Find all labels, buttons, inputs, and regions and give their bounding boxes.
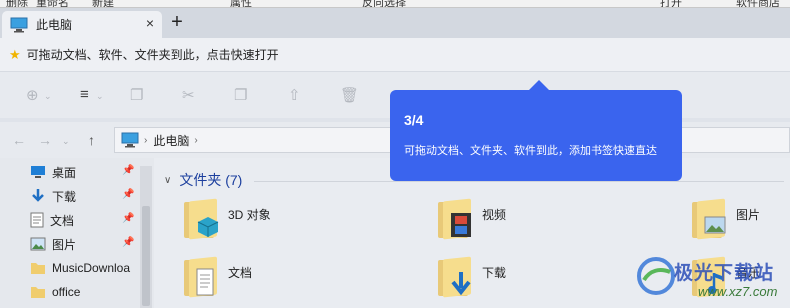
sidebar-item-label: 文档 [50,213,75,228]
folder-label: 下载 [482,266,507,280]
pin-icon[interactable]: 📌 [122,237,134,248]
up-arrow-icon[interactable]: ↑ [88,132,95,148]
paste-icon[interactable]: ❐ [234,86,247,104]
new-item-icon[interactable]: ⊕ [26,86,39,104]
picture-icon [30,237,46,251]
sidebar-item-musicdownload[interactable]: MusicDownloa [30,258,145,278]
star-icon: ★ [9,46,21,62]
scrollbar-thumb[interactable] [142,206,150,306]
3d-objects-icon [184,198,220,240]
sidebar-scrollbar[interactable] [140,166,152,308]
watermark-url: www.xz7.com [698,284,778,299]
ribbon-store[interactable]: 软件商店 [736,0,780,7]
section-header-folders[interactable]: ∨ 文件夹 (7) [164,170,242,190]
new-tab-button[interactable]: + [166,12,188,34]
ribbon-rename[interactable]: 重命名 [36,0,69,7]
sidebar-item-label: MusicDownloa [52,261,131,275]
downloads-folder-icon [438,256,474,298]
close-tab-icon[interactable]: × [146,15,154,31]
documents-folder-icon [184,256,220,298]
section-divider [254,181,784,182]
ribbon-strip: 删除 重命名 新建 属性 反向选择 打开 软件商店 [0,0,790,8]
folder-label: 视频 [482,208,507,222]
bookmark-hint: 可拖动文档、软件、文件夹到此，点击快速打开 [26,48,279,62]
video-folder-icon [438,198,474,240]
sidebar-item-label: office [52,285,81,299]
section-title: 文件夹 (7) [179,172,243,188]
breadcrumb-separator-icon[interactable]: › [144,135,147,146]
sidebar-item-office[interactable]: office [30,282,145,302]
watermark-title: 极光下载站 [674,263,775,284]
ribbon-delete[interactable]: 删除 [6,0,28,7]
sidebar-item-desktop[interactable]: 桌面 📌 [30,162,145,182]
document-icon [30,212,44,228]
folder-icon [31,263,45,274]
sidebar-item-label: 下载 [52,189,77,204]
tab-label: 此电脑 [36,18,73,32]
folder-downloads[interactable]: 下载 [438,256,507,298]
back-arrow-icon[interactable]: ← [12,132,26,148]
sidebar-item-label: 桌面 [52,165,77,180]
folder-label: 文档 [228,266,253,280]
ribbon-properties[interactable]: 属性 [230,0,252,7]
download-icon [32,189,44,202]
ribbon-new[interactable]: 新建 [92,0,114,7]
folder-documents[interactable]: 文档 [184,256,253,298]
share-icon[interactable]: ⇧ [288,86,301,104]
folder-videos[interactable]: 视频 [438,198,507,240]
guide-tooltip[interactable]: 3/4 可拖动文档、文件夹、软件到此，添加书签快速直达 [390,80,682,181]
bookmark-bar[interactable]: ★ 可拖动文档、软件、文件夹到此，点击快速打开 [0,38,790,72]
collapse-chevron-icon[interactable]: ∨ [164,175,171,186]
breadcrumb-separator-icon[interactable]: › [194,135,197,146]
desktop-icon [31,166,45,178]
pin-icon[interactable]: 📌 [122,165,134,176]
computer-icon [121,132,139,148]
recent-chevron-icon[interactable]: ⌄ [62,136,70,147]
folder-label: 图片 [736,208,761,222]
guide-message: 可拖动文档、文件夹、软件到此，添加书签快速直达 [404,145,657,157]
sidebar-item-documents[interactable]: 文档 📌 [30,210,145,230]
folder-icon [31,287,45,298]
computer-icon [10,17,28,32]
delete-icon[interactable]: 🗑 [340,86,359,104]
folder-label: 3D 对象 [228,208,271,222]
folder-3d-objects[interactable]: 3D 对象 [184,198,271,240]
site-watermark: 极光下载站 www.xz7.com [636,252,788,306]
forward-arrow-icon[interactable]: → [38,132,52,148]
pin-icon[interactable]: 📌 [122,189,134,200]
sidebar-item-downloads[interactable]: 下载 📌 [30,186,145,206]
breadcrumb[interactable]: 此电脑 [153,132,189,149]
ribbon-open[interactable]: 打开 [660,0,682,7]
sidebar-item-label: 图片 [52,237,77,252]
cut-icon[interactable]: ✂ [182,86,195,104]
copy-icon[interactable]: ❐ [130,86,143,104]
chevron-down-icon[interactable]: ⌄ [44,91,52,102]
sidebar-item-pictures[interactable]: 图片 📌 [30,234,145,254]
guide-step-counter: 3/4 [404,112,424,128]
file-explorer-window: 删除 重命名 新建 属性 反向选择 打开 软件商店 此电脑 × + ★ 可拖动文… [0,0,790,308]
tab-bar: 此电脑 × + [0,8,790,38]
navigation-pane: 桌面 📌 下载 📌 文档 📌 图片 📌 MusicDownloa office [0,158,154,308]
folder-pictures[interactable]: 图片 [692,198,761,240]
ribbon-invert-select[interactable]: 反向选择 [362,0,406,7]
pin-icon[interactable]: 📌 [122,213,134,224]
view-menu-icon[interactable]: ≡ [80,86,89,103]
pictures-folder-icon [692,198,728,240]
tab-this-pc[interactable]: 此电脑 × [2,11,162,38]
chevron-down-icon[interactable]: ⌄ [96,91,104,102]
aurora-logo-icon [637,257,675,295]
